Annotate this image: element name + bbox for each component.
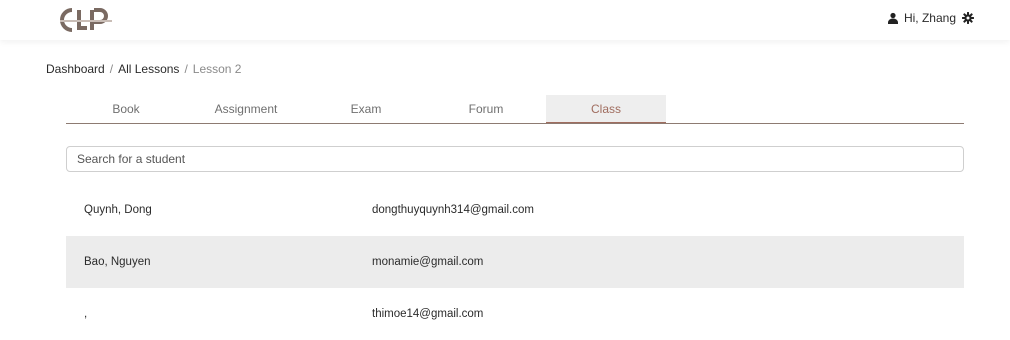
student-email: thimoe14@gmail.com <box>372 308 484 320</box>
student-row[interactable]: Bao, Nguyen monamie@gmail.com <box>66 236 964 288</box>
student-search-input[interactable] <box>66 146 964 172</box>
student-email: dongthuyquynh314@gmail.com <box>372 204 534 216</box>
breadcrumb-separator: / <box>184 62 188 76</box>
user-menu[interactable]: Hi, Zhang <box>887 11 974 25</box>
user-greeting[interactable]: Hi, Zhang <box>904 11 956 25</box>
tab-assignment[interactable]: Assignment <box>186 95 306 123</box>
student-name: Bao, Nguyen <box>84 256 151 268</box>
student-name: , <box>84 308 88 320</box>
breadcrumb-separator: / <box>109 62 114 76</box>
student-email: monamie@gmail.com <box>372 256 484 268</box>
breadcrumb-current: Lesson 2 <box>192 62 242 76</box>
student-row[interactable]: Quynh, Dong dongthuyquynh314@gmail.com <box>66 184 964 236</box>
breadcrumb: Dashboard / All Lessons / Lesson 2 <box>46 62 241 76</box>
breadcrumb-all-lessons[interactable]: All Lessons <box>118 62 179 76</box>
tab-book[interactable]: Book <box>66 95 186 123</box>
gear-icon[interactable] <box>962 12 974 24</box>
lesson-tabs: Book Assignment Exam Forum Class <box>66 95 964 124</box>
tab-exam[interactable]: Exam <box>306 95 426 123</box>
breadcrumb-dashboard[interactable]: Dashboard <box>46 62 105 76</box>
student-row[interactable]: , thimoe14@gmail.com <box>66 288 964 340</box>
user-icon <box>887 12 899 24</box>
tab-forum[interactable]: Forum <box>426 95 546 123</box>
student-list: Quynh, Dong dongthuyquynh314@gmail.com B… <box>66 184 964 340</box>
tab-class[interactable]: Class <box>546 95 666 123</box>
brand-logo[interactable] <box>58 6 114 34</box>
student-name: Quynh, Dong <box>84 204 152 216</box>
top-navbar: Hi, Zhang <box>0 0 1010 40</box>
